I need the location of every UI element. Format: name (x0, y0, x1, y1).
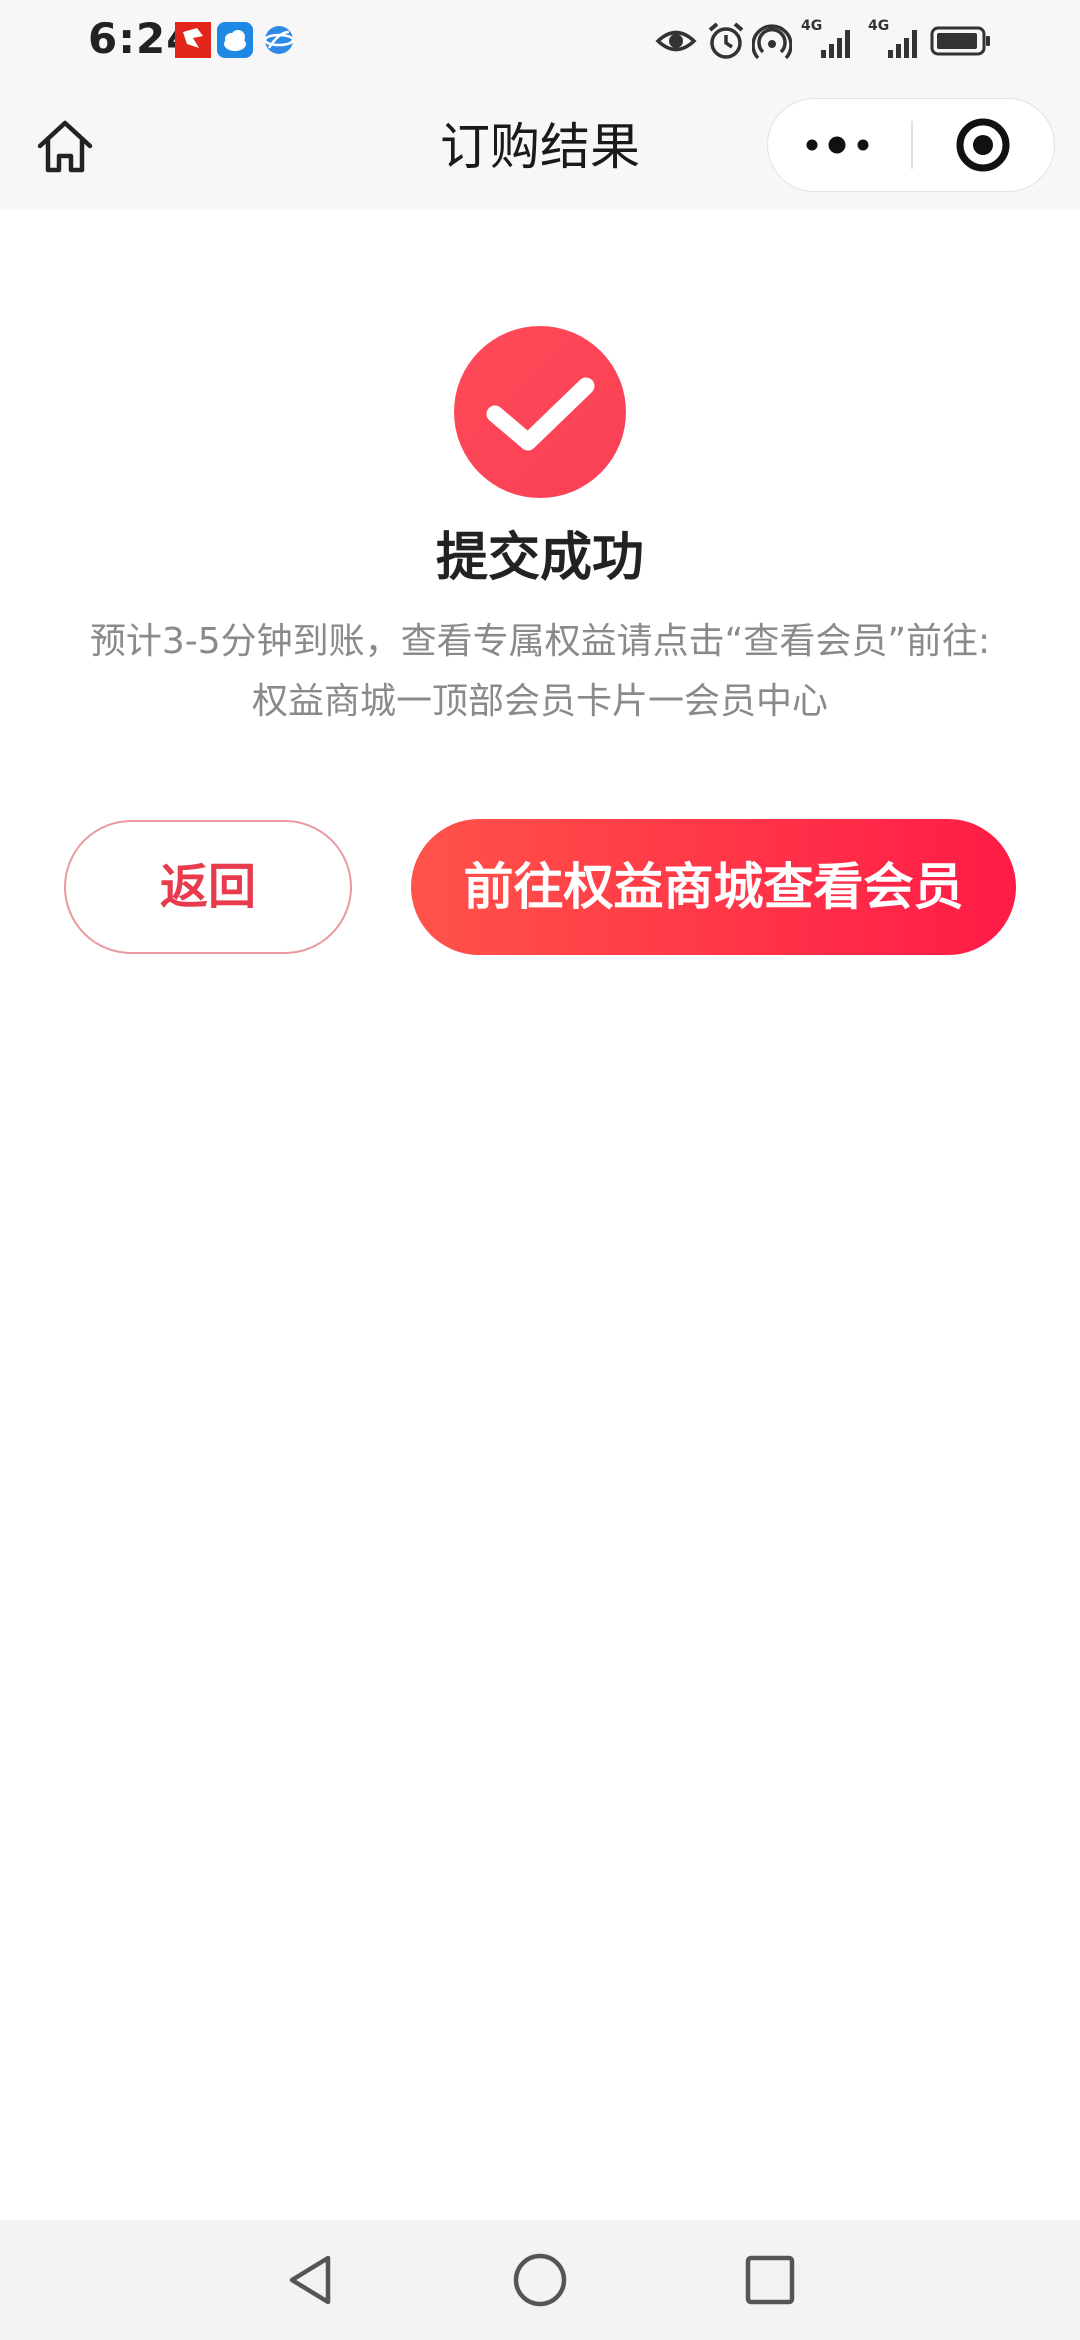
status-bar: 6:24 4G 4G (0, 0, 1080, 84)
success-check-icon (454, 326, 626, 498)
alarm-icon (708, 22, 744, 59)
back-button[interactable]: 返回 (64, 820, 352, 954)
close-mini-program-icon[interactable] (913, 99, 1053, 191)
signal-4g-icon: 4G (866, 16, 936, 66)
home-icon[interactable] (30, 114, 100, 180)
battery-icon (930, 26, 990, 56)
navigation-bar: 订购结果 (0, 84, 1080, 210)
home-circle-icon[interactable] (510, 2250, 570, 2310)
eye-icon (655, 30, 697, 52)
signal-4g-icon: 4G (793, 16, 863, 66)
browser-icon (263, 26, 295, 54)
hotspot-icon (752, 24, 792, 60)
result-description: 预计3-5分钟到账，查看专属权益请点击“查看会员”前往: 权益商城一顶部会员卡片… (40, 612, 1040, 732)
app-notification-icon (175, 22, 211, 58)
description-line-2: 权益商城一顶部会员卡片一会员中心 (251, 681, 828, 722)
mini-program-capsule (767, 98, 1055, 192)
back-triangle-icon[interactable] (280, 2250, 340, 2310)
weather-icon (217, 22, 253, 58)
system-navigation-bar (0, 2220, 1080, 2340)
view-membership-button[interactable]: 前往权益商城查看会员 (411, 819, 1016, 955)
description-line-1: 预计3-5分钟到账，查看专属权益请点击“查看会员”前往: (89, 621, 991, 662)
result-title: 提交成功 (435, 528, 644, 588)
more-icon[interactable] (768, 99, 911, 191)
recents-square-icon[interactable] (740, 2250, 800, 2310)
